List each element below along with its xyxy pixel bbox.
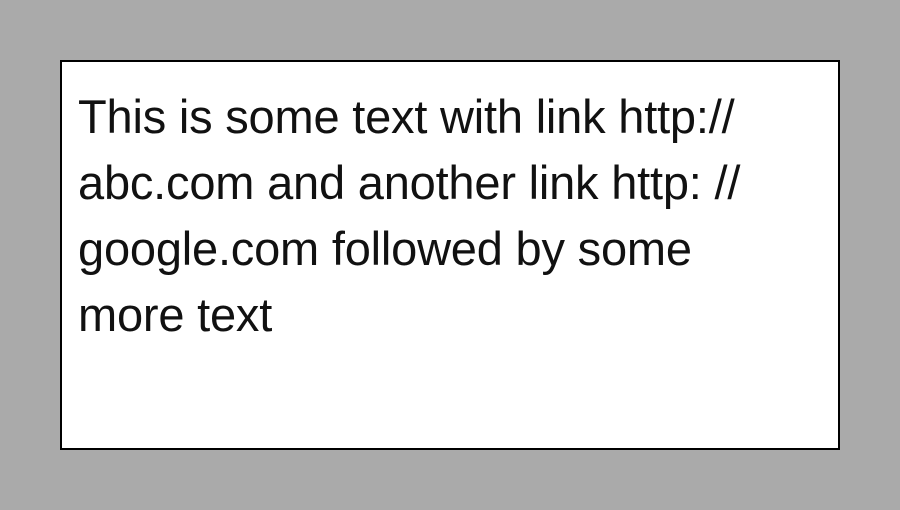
text-content: This is some text with link http:// abc.… — [78, 84, 826, 348]
text-box[interactable]: This is some text with link http:// abc.… — [60, 60, 840, 450]
text-line: abc.com and another link http: // — [78, 156, 741, 209]
text-line: This is some text with link http:// — [78, 90, 735, 143]
text-line: google.com followed by some — [78, 222, 692, 275]
text-line: more text — [78, 288, 273, 341]
